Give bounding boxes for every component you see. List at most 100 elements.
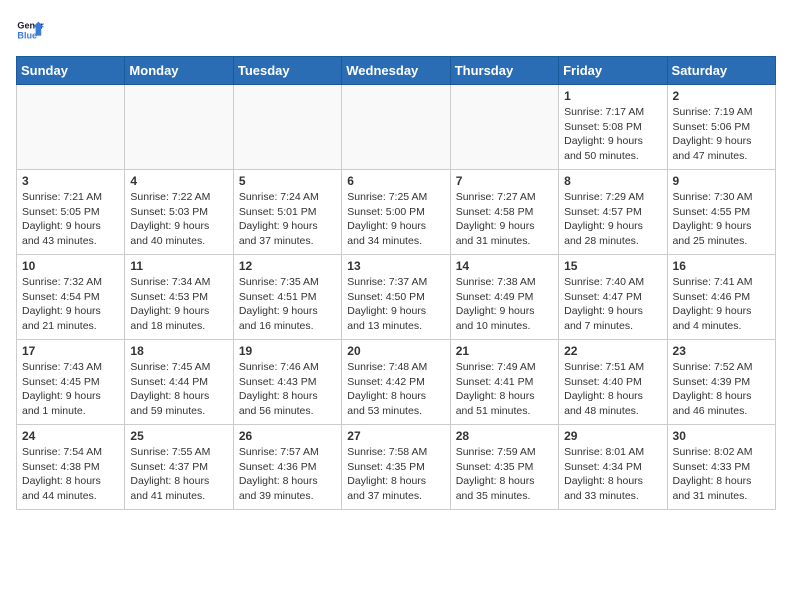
day-number: 11 xyxy=(130,259,227,273)
calendar-cell: 11 Sunrise: 7:34 AM Sunset: 4:53 PM Dayli… xyxy=(125,255,233,340)
calendar-cell: 29 Sunrise: 8:01 AM Sunset: 4:34 PM Dayli… xyxy=(559,425,667,510)
day-number: 16 xyxy=(673,259,770,273)
day-number: 4 xyxy=(130,174,227,188)
cell-info: Sunrise: 7:29 AM Sunset: 4:57 PM Dayligh… xyxy=(564,190,661,249)
calendar-cell: 1 Sunrise: 7:17 AM Sunset: 5:08 PM Daylig… xyxy=(559,85,667,170)
calendar-cell xyxy=(17,85,125,170)
cell-info: Sunrise: 7:43 AM Sunset: 4:45 PM Dayligh… xyxy=(22,360,119,419)
day-number: 17 xyxy=(22,344,119,358)
calendar-cell: 30 Sunrise: 8:02 AM Sunset: 4:33 PM Dayli… xyxy=(667,425,775,510)
calendar-cell xyxy=(450,85,558,170)
day-number: 10 xyxy=(22,259,119,273)
calendar-cell: 26 Sunrise: 7:57 AM Sunset: 4:36 PM Dayli… xyxy=(233,425,341,510)
day-number: 7 xyxy=(456,174,553,188)
calendar-cell: 8 Sunrise: 7:29 AM Sunset: 4:57 PM Daylig… xyxy=(559,170,667,255)
calendar-cell: 6Sunrise: 7:25 AM Sunset: 5:00 PM Daylig… xyxy=(342,170,450,255)
weekday-header-monday: Monday xyxy=(125,57,233,85)
cell-info: Sunrise: 8:02 AM Sunset: 4:33 PM Dayligh… xyxy=(673,445,770,504)
calendar-cell: 14Sunrise: 7:38 AM Sunset: 4:49 PM Dayli… xyxy=(450,255,558,340)
day-number: 9 xyxy=(673,174,770,188)
cell-info: Sunrise: 7:30 AM Sunset: 4:55 PM Dayligh… xyxy=(673,190,770,249)
day-number: 6 xyxy=(347,174,444,188)
cell-info: Sunrise: 7:58 AM Sunset: 4:35 PM Dayligh… xyxy=(347,445,444,504)
weekday-header-tuesday: Tuesday xyxy=(233,57,341,85)
svg-text:Blue: Blue xyxy=(17,30,37,40)
cell-info: Sunrise: 8:01 AM Sunset: 4:34 PM Dayligh… xyxy=(564,445,661,504)
cell-info: Sunrise: 7:51 AM Sunset: 4:40 PM Dayligh… xyxy=(564,360,661,419)
day-number: 1 xyxy=(564,89,661,103)
cell-info: Sunrise: 7:55 AM Sunset: 4:37 PM Dayligh… xyxy=(130,445,227,504)
day-number: 26 xyxy=(239,429,336,443)
cell-info: Sunrise: 7:52 AM Sunset: 4:39 PM Dayligh… xyxy=(673,360,770,419)
cell-info: Sunrise: 7:59 AM Sunset: 4:35 PM Dayligh… xyxy=(456,445,553,504)
calendar-week-row: 24 Sunrise: 7:54 AM Sunset: 4:38 PM Dayli… xyxy=(17,425,776,510)
calendar-week-row: 10 Sunrise: 7:32 AM Sunset: 4:54 PM Dayli… xyxy=(17,255,776,340)
day-number: 2 xyxy=(673,89,770,103)
calendar-cell: 27Sunrise: 7:58 AM Sunset: 4:35 PM Dayli… xyxy=(342,425,450,510)
calendar-cell: 3 Sunrise: 7:21 AM Sunset: 5:05 PM Daylig… xyxy=(17,170,125,255)
calendar-cell: 25 Sunrise: 7:55 AM Sunset: 4:37 PM Dayli… xyxy=(125,425,233,510)
calendar-cell: 2 Sunrise: 7:19 AM Sunset: 5:06 PM Daylig… xyxy=(667,85,775,170)
calendar-week-row: 3 Sunrise: 7:21 AM Sunset: 5:05 PM Daylig… xyxy=(17,170,776,255)
calendar-cell: 4 Sunrise: 7:22 AM Sunset: 5:03 PM Daylig… xyxy=(125,170,233,255)
cell-info: Sunrise: 7:54 AM Sunset: 4:38 PM Dayligh… xyxy=(22,445,119,504)
logo-icon: General Blue xyxy=(16,16,44,44)
cell-info: Sunrise: 7:17 AM Sunset: 5:08 PM Dayligh… xyxy=(564,105,661,164)
calendar-cell: 23 Sunrise: 7:52 AM Sunset: 4:39 PM Dayli… xyxy=(667,340,775,425)
cell-info: Sunrise: 7:37 AM Sunset: 4:50 PM Dayligh… xyxy=(347,275,444,334)
cell-info: Sunrise: 7:32 AM Sunset: 4:54 PM Dayligh… xyxy=(22,275,119,334)
cell-info: Sunrise: 7:57 AM Sunset: 4:36 PM Dayligh… xyxy=(239,445,336,504)
day-number: 22 xyxy=(564,344,661,358)
cell-info: Sunrise: 7:41 AM Sunset: 4:46 PM Dayligh… xyxy=(673,275,770,334)
weekday-header-thursday: Thursday xyxy=(450,57,558,85)
cell-info: Sunrise: 7:45 AM Sunset: 4:44 PM Dayligh… xyxy=(130,360,227,419)
cell-info: Sunrise: 7:34 AM Sunset: 4:53 PM Dayligh… xyxy=(130,275,227,334)
cell-info: Sunrise: 7:35 AM Sunset: 4:51 PM Dayligh… xyxy=(239,275,336,334)
day-number: 13 xyxy=(347,259,444,273)
day-number: 21 xyxy=(456,344,553,358)
day-number: 12 xyxy=(239,259,336,273)
calendar-cell: 16 Sunrise: 7:41 AM Sunset: 4:46 PM Dayli… xyxy=(667,255,775,340)
calendar-cell xyxy=(233,85,341,170)
page-header: General Blue xyxy=(16,16,776,44)
day-number: 28 xyxy=(456,429,553,443)
calendar-cell: 24 Sunrise: 7:54 AM Sunset: 4:38 PM Dayli… xyxy=(17,425,125,510)
calendar-cell: 19 Sunrise: 7:46 AM Sunset: 4:43 PM Dayli… xyxy=(233,340,341,425)
cell-info: Sunrise: 7:48 AM Sunset: 4:42 PM Dayligh… xyxy=(347,360,444,419)
cell-info: Sunrise: 7:46 AM Sunset: 4:43 PM Dayligh… xyxy=(239,360,336,419)
day-number: 19 xyxy=(239,344,336,358)
day-number: 14 xyxy=(456,259,553,273)
day-number: 20 xyxy=(347,344,444,358)
calendar-week-row: 17 Sunrise: 7:43 AM Sunset: 4:45 PM Dayli… xyxy=(17,340,776,425)
calendar-cell: 12 Sunrise: 7:35 AM Sunset: 4:51 PM Dayli… xyxy=(233,255,341,340)
day-number: 29 xyxy=(564,429,661,443)
calendar-week-row: 1 Sunrise: 7:17 AM Sunset: 5:08 PM Daylig… xyxy=(17,85,776,170)
cell-info: Sunrise: 7:22 AM Sunset: 5:03 PM Dayligh… xyxy=(130,190,227,249)
day-number: 23 xyxy=(673,344,770,358)
cell-info: Sunrise: 7:21 AM Sunset: 5:05 PM Dayligh… xyxy=(22,190,119,249)
calendar-cell: 18 Sunrise: 7:45 AM Sunset: 4:44 PM Dayli… xyxy=(125,340,233,425)
calendar-cell: 10 Sunrise: 7:32 AM Sunset: 4:54 PM Dayli… xyxy=(17,255,125,340)
calendar-cell: 15Sunrise: 7:40 AM Sunset: 4:47 PM Dayli… xyxy=(559,255,667,340)
cell-info: Sunrise: 7:49 AM Sunset: 4:41 PM Dayligh… xyxy=(456,360,553,419)
weekday-header-saturday: Saturday xyxy=(667,57,775,85)
weekday-header-wednesday: Wednesday xyxy=(342,57,450,85)
day-number: 30 xyxy=(673,429,770,443)
day-number: 15 xyxy=(564,259,661,273)
cell-info: Sunrise: 7:27 AM Sunset: 4:58 PM Dayligh… xyxy=(456,190,553,249)
calendar-cell: 13 Sunrise: 7:37 AM Sunset: 4:50 PM Dayli… xyxy=(342,255,450,340)
day-number: 8 xyxy=(564,174,661,188)
weekday-header-row: SundayMondayTuesdayWednesdayThursdayFrid… xyxy=(17,57,776,85)
calendar-cell: 9 Sunrise: 7:30 AM Sunset: 4:55 PM Daylig… xyxy=(667,170,775,255)
calendar-cell: 28 Sunrise: 7:59 AM Sunset: 4:35 PM Dayli… xyxy=(450,425,558,510)
calendar-cell: 5 Sunrise: 7:24 AM Sunset: 5:01 PM Daylig… xyxy=(233,170,341,255)
day-number: 25 xyxy=(130,429,227,443)
calendar-cell xyxy=(125,85,233,170)
cell-info: Sunrise: 7:24 AM Sunset: 5:01 PM Dayligh… xyxy=(239,190,336,249)
day-number: 5 xyxy=(239,174,336,188)
day-number: 18 xyxy=(130,344,227,358)
cell-info: Sunrise: 7:19 AM Sunset: 5:06 PM Dayligh… xyxy=(673,105,770,164)
day-number: 24 xyxy=(22,429,119,443)
calendar-cell: 20 Sunrise: 7:48 AM Sunset: 4:42 PM Dayli… xyxy=(342,340,450,425)
day-number: 3 xyxy=(22,174,119,188)
